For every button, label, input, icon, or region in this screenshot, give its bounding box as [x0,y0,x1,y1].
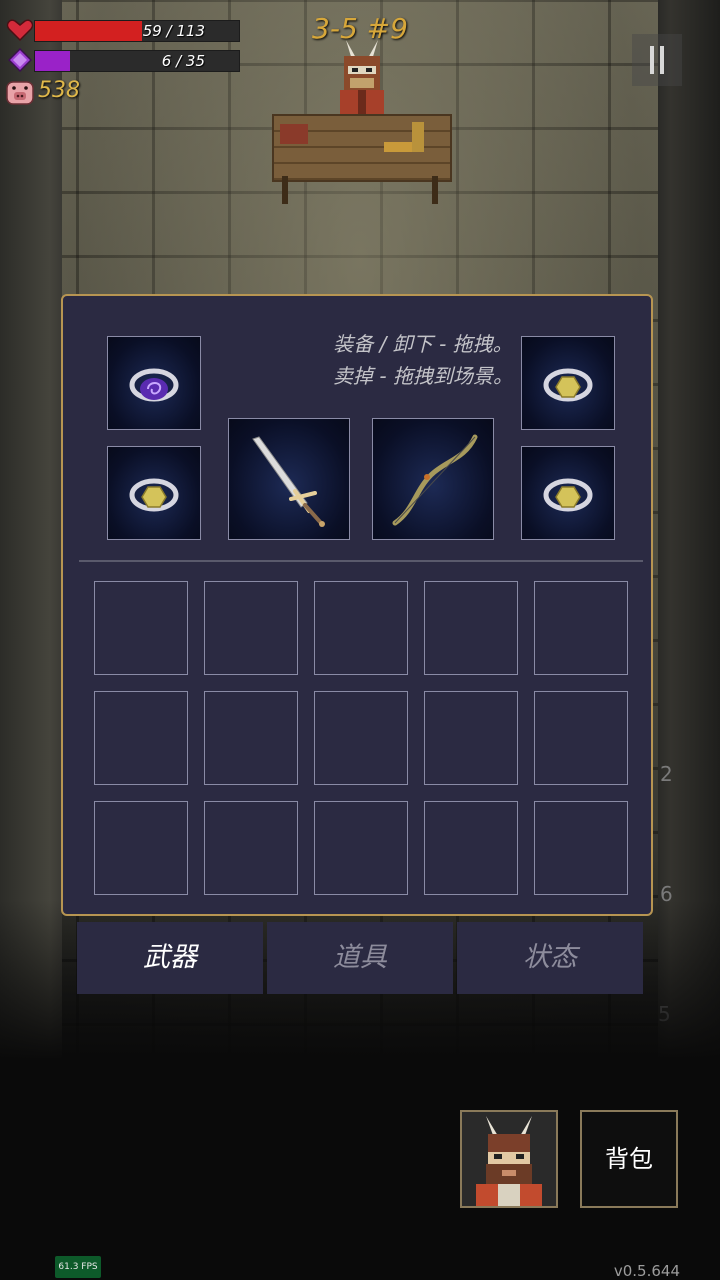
backpack-button[interactable]: 背包 [580,1110,678,1208]
coin-count: 538 [38,78,80,103]
hint-equip: 装备 / 卸下 - 拖拽。 [333,332,513,356]
character-portrait-icon [462,1112,556,1206]
pause-icon [650,46,654,74]
wooden-bow-icon [392,434,478,526]
tab-items[interactable]: 道具 [267,922,453,994]
book-item [280,124,308,144]
side-number: 2 [660,762,673,786]
gold-pile [384,142,414,152]
tab-status[interactable]: 状态 [457,922,643,994]
tab-weapons[interactable]: 武器 [77,922,263,994]
inventory-panel: 装备 / 卸下 - 拖拽。 卖掉 - 拖拽到场景。 [61,294,653,916]
weapon-slot[interactable] [228,418,350,540]
inventory-slot[interactable] [314,801,408,895]
inventory-slot[interactable] [534,581,628,675]
inventory-slot[interactable] [424,801,518,895]
gold-gem-ring-icon [129,478,179,512]
mana-crystal-icon [8,48,32,72]
shop-table [272,114,452,182]
pause-icon [660,46,664,74]
gold-gem-ring-icon [543,478,593,512]
ring-slot-bottom-left[interactable] [107,446,201,540]
panel-divider [79,560,643,562]
offhand-slot[interactable] [372,418,494,540]
inventory-slot[interactable] [534,801,628,895]
ring-slot-top-left[interactable] [107,336,201,430]
inventory-slot[interactable] [314,691,408,785]
pause-button[interactable] [632,34,682,86]
mana-bar: 6 / 35 [34,50,240,72]
inventory-slot[interactable] [94,801,188,895]
purple-swirl-ring-icon [129,368,179,402]
inventory-slot[interactable] [204,801,298,895]
table-leg [432,176,438,204]
version-label: v0.5.644 [613,1262,680,1280]
inventory-slot[interactable] [314,581,408,675]
health-text: 59 / 113 [142,22,205,40]
trinket-item [412,122,424,152]
shopkeeper-character[interactable] [334,38,390,122]
mana-text: 6 / 35 [161,52,205,70]
inventory-slot[interactable] [534,691,628,785]
fps-counter: 61.3 FPS [55,1256,101,1278]
hint-sell: 卖掉 - 拖拽到场景。 [333,364,513,388]
table-leg [282,176,288,204]
inventory-slot[interactable] [204,581,298,675]
longsword-icon [252,436,325,527]
health-bar: 59 / 113 [34,20,240,42]
level-indicator: 3-5 #9 [312,12,408,45]
character-portrait-button[interactable] [460,1110,558,1208]
inventory-slot[interactable] [94,691,188,785]
ring-slot-bottom-right[interactable] [521,446,615,540]
inventory-slot[interactable] [424,581,518,675]
piggy-coin-icon [6,81,34,105]
inventory-slot[interactable] [204,691,298,785]
heart-icon [6,19,34,42]
inventory-slot[interactable] [94,581,188,675]
inventory-slot[interactable] [424,691,518,785]
